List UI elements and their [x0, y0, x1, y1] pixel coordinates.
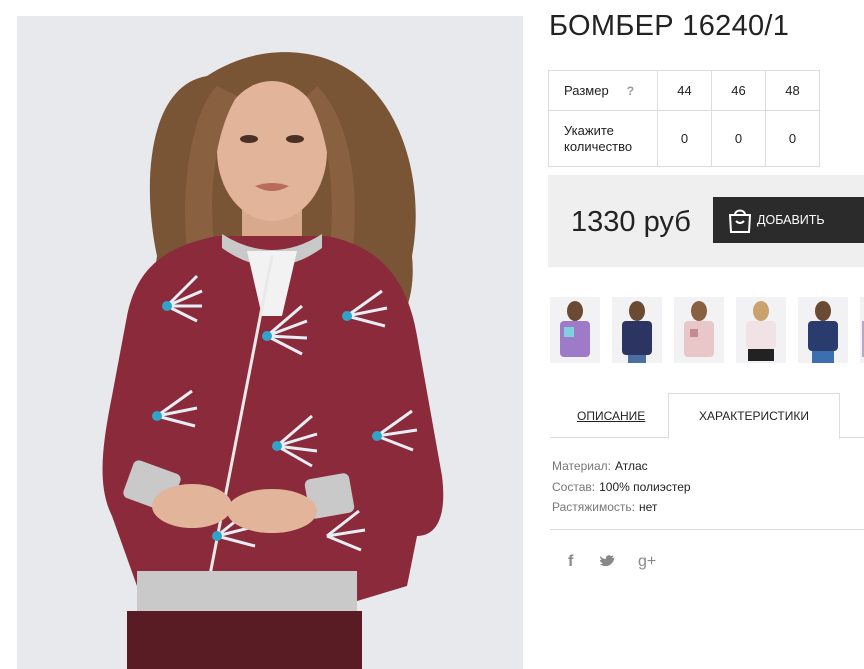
- size-table: Размер? 44 46 48 Укажите количество 0 0 …: [548, 70, 820, 167]
- thumbnail-4[interactable]: [736, 297, 786, 363]
- googleplus-icon[interactable]: g+: [638, 553, 656, 571]
- spec-key: Растяжимость:: [552, 500, 636, 514]
- thumbnail-3[interactable]: [674, 297, 724, 363]
- shopping-bag-icon: [728, 209, 752, 233]
- thumbnail-2[interactable]: [612, 297, 662, 363]
- add-to-cart-button[interactable]: ДОБАВИТЬ: [713, 197, 864, 243]
- main-product-image[interactable]: [17, 16, 523, 669]
- quantity-label: Укажите количество: [564, 122, 633, 154]
- spec-row: Растяжимость: нет: [552, 497, 691, 518]
- size-label: Размер: [564, 83, 609, 98]
- quantity-label-cell: Укажите количество: [548, 110, 658, 167]
- quantity-input-48[interactable]: 0: [765, 110, 820, 167]
- specs-divider: [550, 529, 864, 530]
- spec-row: Материал: Атлас: [552, 456, 691, 477]
- quantity-input-46[interactable]: 0: [711, 110, 766, 167]
- add-to-cart-label: ДОБАВИТЬ: [757, 213, 825, 227]
- spec-key: Материал:: [552, 459, 611, 473]
- product-tabs: ОПИСАНИЕ ХАРАКТЕРИСТИКИ: [550, 393, 864, 439]
- product-price: 1330 руб: [571, 206, 691, 238]
- price-bar: 1330 руб ДОБАВИТЬ: [548, 175, 864, 267]
- spec-key: Состав:: [552, 479, 596, 494]
- size-label-cell: Размер?: [548, 70, 658, 111]
- facebook-icon[interactable]: f: [568, 553, 573, 571]
- size-48: 48: [765, 70, 820, 111]
- twitter-icon[interactable]: [600, 555, 616, 574]
- thumbnail-strip: [550, 297, 864, 363]
- help-icon[interactable]: ?: [627, 84, 634, 98]
- thumbnail-6[interactable]: [860, 297, 864, 363]
- thumbnail-1[interactable]: [550, 297, 600, 363]
- specs-list: Материал: Атлас Состав: 100% полиэстер Рас…: [552, 456, 691, 518]
- tab-description[interactable]: ОПИСАНИЕ: [577, 409, 645, 423]
- tab-characteristics[interactable]: ХАРАКТЕРИСТИКИ: [668, 393, 840, 439]
- spec-value: Атлас: [614, 459, 648, 473]
- thumbnail-5[interactable]: [798, 297, 848, 363]
- spec-row: Состав: 100% полиэстер: [552, 477, 691, 498]
- product-title: БОМБЕР 16240/1: [549, 10, 790, 42]
- spec-value: 100% полиэстер: [599, 479, 691, 494]
- quantity-input-44[interactable]: 0: [657, 110, 712, 167]
- spec-value: нет: [639, 500, 658, 514]
- size-46: 46: [711, 70, 766, 111]
- size-row: Размер? 44 46 48: [548, 70, 820, 111]
- quantity-row: Укажите количество 0 0 0: [548, 110, 820, 167]
- size-44: 44: [657, 70, 712, 111]
